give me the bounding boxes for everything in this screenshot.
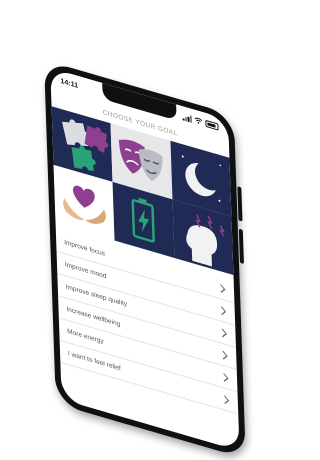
status-time: 14:11 xyxy=(60,77,79,90)
phone-frame: 14:11 CHOOSE YOUR GOAL Improve focus Imp… xyxy=(44,60,246,459)
chevron-right-icon xyxy=(219,372,229,382)
volume-button xyxy=(237,186,243,222)
chevron-right-icon xyxy=(216,283,226,293)
status-icons xyxy=(182,113,219,131)
chevron-right-icon xyxy=(218,328,227,337)
battery-icon xyxy=(205,119,219,131)
power-button xyxy=(238,228,244,265)
chevron-right-icon xyxy=(220,394,230,404)
wifi-icon xyxy=(194,117,203,124)
goal-label: More energy xyxy=(67,327,104,346)
chevron-right-icon xyxy=(217,305,227,315)
signal-icon xyxy=(182,113,192,123)
phone-screen: 14:11 CHOOSE YOUR GOAL Improve focus Imp… xyxy=(50,67,240,451)
chevron-right-icon xyxy=(219,350,228,359)
stage: 14:11 CHOOSE YOUR GOAL Improve focus Imp… xyxy=(0,0,293,459)
